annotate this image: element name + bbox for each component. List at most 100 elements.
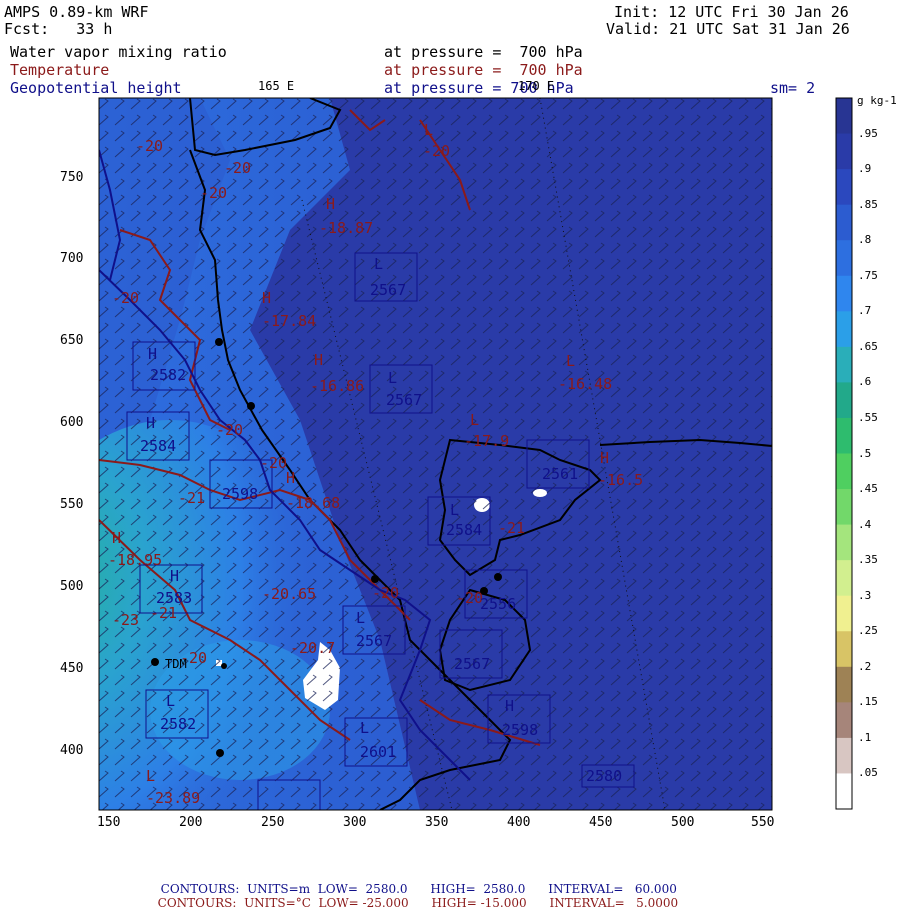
weather-map bbox=[98, 97, 853, 811]
temp-label: -20 bbox=[260, 454, 288, 472]
colorbar-swatch bbox=[836, 311, 852, 348]
y-tick-label: 750 bbox=[60, 170, 84, 185]
low-marker: L bbox=[424, 121, 434, 139]
x-tick-label: 550 bbox=[751, 815, 775, 830]
high-marker: H bbox=[112, 529, 122, 547]
colorbar-swatch bbox=[836, 453, 852, 490]
low-marker: L bbox=[450, 501, 460, 519]
height-label: 2584 bbox=[140, 437, 177, 455]
temp-label: -20 bbox=[136, 137, 164, 155]
colorbar-swatch bbox=[836, 275, 852, 312]
x-tick-label: 250 bbox=[261, 815, 285, 830]
height-label: 2584 bbox=[446, 521, 483, 539]
x-tick-label: 300 bbox=[343, 815, 367, 830]
colorbar-tick-label: .95 bbox=[858, 126, 878, 140]
colorbar-swatch bbox=[836, 560, 852, 597]
height-label: 2567 bbox=[454, 655, 491, 673]
colorbar-tick-label: .25 bbox=[858, 624, 878, 638]
footer-interval: INTERVAL= 5.0000 bbox=[549, 896, 679, 910]
low-marker: L bbox=[146, 767, 156, 785]
y-tick-label: 550 bbox=[60, 497, 84, 512]
colorbar-swatch bbox=[836, 133, 852, 170]
height-label: 2567 bbox=[356, 632, 393, 650]
low-marker: L bbox=[166, 692, 176, 710]
high-marker: H bbox=[600, 449, 610, 467]
colorbar-tick-label: .9 bbox=[858, 162, 872, 176]
colorbar-tick-label: .6 bbox=[858, 375, 872, 389]
colorbar-swatch bbox=[836, 595, 852, 632]
colorbar-swatch bbox=[836, 666, 852, 703]
high-marker: H bbox=[148, 345, 158, 363]
low-marker: L bbox=[374, 255, 384, 273]
colorbar-swatch bbox=[836, 737, 852, 774]
low-marker: L bbox=[356, 609, 366, 627]
y-tick-label: 650 bbox=[60, 333, 84, 348]
temp-label: -20 bbox=[112, 289, 140, 307]
y-tick-label: 600 bbox=[60, 415, 84, 430]
x-tick-label: 200 bbox=[179, 815, 203, 830]
temp-label: -20 bbox=[423, 142, 451, 160]
footer-high: HIGH= -15.000 bbox=[431, 896, 527, 910]
footer-units: UNITS=°C bbox=[244, 896, 311, 910]
height-label: 2556 bbox=[480, 595, 517, 613]
temp-label: -20.65 bbox=[262, 585, 317, 603]
colorbar-tick-label: .1 bbox=[858, 730, 872, 744]
y-tick-label: 400 bbox=[60, 743, 84, 758]
colorbar-tick-label: .35 bbox=[858, 553, 878, 567]
x-tick-label: 450 bbox=[589, 815, 613, 830]
x-tick-label: 150 bbox=[97, 815, 121, 830]
y-tick-label: 700 bbox=[60, 251, 84, 266]
height-label: 2582 bbox=[160, 715, 197, 733]
height-label: 2561 bbox=[542, 465, 579, 483]
temp-label: -18.87 bbox=[319, 219, 374, 237]
low-marker: L bbox=[566, 352, 576, 370]
temp-label: -21 bbox=[498, 519, 526, 537]
temp-label: -20 bbox=[372, 584, 400, 602]
colorbar-tick-label: .65 bbox=[858, 339, 878, 353]
colorbar-swatch bbox=[836, 382, 852, 419]
colorbar-swatch bbox=[836, 98, 852, 135]
height-label: 2567 bbox=[370, 281, 407, 299]
high-marker: H bbox=[286, 469, 296, 487]
colorbar-tick-label: .7 bbox=[858, 304, 872, 318]
temp-label: -21 bbox=[178, 489, 206, 507]
temp-label: -20.7 bbox=[290, 639, 336, 657]
temp-label: -18.95 bbox=[108, 551, 163, 569]
height-label: 2598 bbox=[222, 485, 259, 503]
x-tick-label: 500 bbox=[671, 815, 695, 830]
high-marker: H bbox=[170, 567, 180, 585]
height-label: 2583 bbox=[156, 589, 193, 607]
low-marker: L bbox=[388, 369, 398, 387]
footer-low: LOW= -25.000 bbox=[318, 896, 409, 910]
temp-label: -17.9 bbox=[464, 432, 510, 450]
colorbar bbox=[835, 97, 853, 810]
high-marker: H bbox=[262, 289, 272, 307]
temp-label: -18.68 bbox=[286, 494, 341, 512]
low-marker: L bbox=[360, 719, 370, 737]
colorbar-tick-label: .2 bbox=[858, 659, 872, 673]
temp-label: -20 bbox=[216, 421, 244, 439]
colorbar-units: g kg-1 bbox=[857, 94, 897, 107]
height-label: 2601 bbox=[360, 743, 397, 761]
colorbar-swatch bbox=[836, 773, 852, 810]
colorbar-swatch bbox=[836, 169, 852, 206]
temp-label: -16.86 bbox=[310, 377, 365, 395]
colorbar-tick-label: .4 bbox=[858, 517, 872, 531]
footer-label: CONTOURS: bbox=[157, 896, 237, 910]
colorbar-tick-label: .85 bbox=[858, 197, 878, 211]
colorbar-tick-label: .8 bbox=[858, 233, 872, 247]
colorbar-tick-label: .45 bbox=[858, 482, 878, 496]
colorbar-swatch bbox=[836, 524, 852, 561]
colorbar-swatch bbox=[836, 417, 852, 454]
temp-label: -20 bbox=[200, 184, 228, 202]
colorbar-tick-label: .15 bbox=[858, 695, 878, 709]
height-label: 2580 bbox=[586, 767, 623, 785]
temp-label: -17.84 bbox=[262, 312, 317, 330]
low-marker: L bbox=[470, 411, 480, 429]
x-tick-label: 400 bbox=[507, 815, 531, 830]
high-marker: H bbox=[326, 195, 336, 213]
height-label: 2567 bbox=[386, 391, 423, 409]
colorbar-tick-label: .5 bbox=[858, 446, 872, 460]
colorbar-swatch bbox=[836, 204, 852, 241]
colorbar-tick-label: .55 bbox=[858, 410, 878, 424]
